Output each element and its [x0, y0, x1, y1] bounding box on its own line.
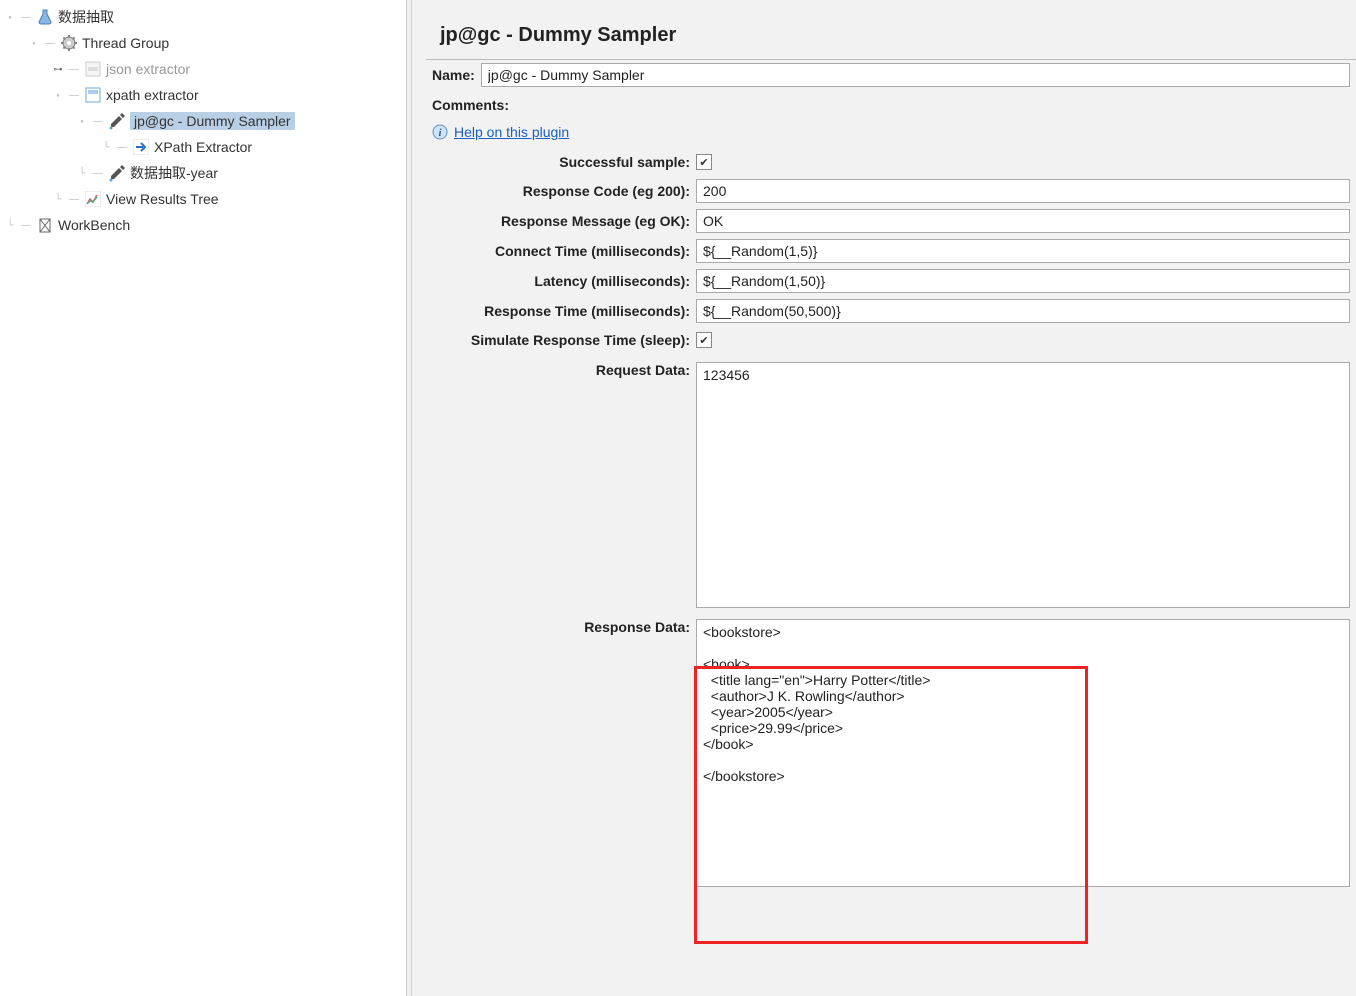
arrow-icon — [132, 138, 150, 156]
req-data-textarea[interactable]: 123456 — [696, 362, 1350, 608]
tree-node-xpath-extractor-child[interactable]: └ — XPath Extractor — [0, 134, 406, 160]
resp-code-row: Response Code (eg 200): — [426, 176, 1356, 206]
simulate-row: Simulate Response Time (sleep): ✔ — [426, 326, 1356, 354]
tree-connector: — — [92, 167, 104, 179]
tree-toggle-icon[interactable]: ◦ — [4, 11, 16, 23]
gear-icon — [60, 34, 78, 52]
tree-label-thread-group: Thread Group — [82, 35, 169, 51]
tree-node-root[interactable]: ◦ — 数据抽取 — [0, 4, 406, 30]
resp-time-label: Response Time (milliseconds): — [432, 303, 690, 319]
tree-node-thread-group[interactable]: ◦ — Thread Group — [0, 30, 406, 56]
tree-label-view-results: View Results Tree — [106, 191, 219, 207]
tree-connector: └ — [4, 219, 16, 231]
tree-label-xpath-child: XPath Extractor — [154, 139, 252, 155]
tree-toggle-icon[interactable]: ◦ — [76, 115, 88, 127]
resp-msg-label: Response Message (eg OK): — [432, 213, 690, 229]
info-icon: i — [432, 124, 448, 140]
resp-data-row: Response Data: <bookstore> <book> <title… — [426, 611, 1356, 890]
req-data-row: Request Data: 123456 — [426, 354, 1356, 611]
resp-code-input[interactable] — [696, 179, 1350, 203]
resp-msg-input[interactable] — [696, 209, 1350, 233]
connect-time-row: Connect Time (milliseconds): — [426, 236, 1356, 266]
name-input[interactable] — [481, 63, 1350, 87]
tree-label-dummy-sampler: jp@gc - Dummy Sampler — [130, 112, 295, 130]
tree-connector: — — [68, 63, 80, 75]
tree-node-xpath-extractor[interactable]: ◦ — xpath extractor — [0, 82, 406, 108]
successful-label: Successful sample: — [432, 154, 690, 170]
successful-row: Successful sample: ✔ — [426, 148, 1356, 176]
logic-controller-icon — [84, 86, 102, 104]
tree-connector: — — [68, 89, 80, 101]
resp-time-input[interactable] — [696, 299, 1350, 323]
tree-node-json-extractor[interactable]: ⊶ — json extractor — [0, 56, 406, 82]
help-row: i Help on this plugin — [426, 120, 1356, 148]
tree-node-workbench[interactable]: └ — WorkBench — [0, 212, 406, 238]
tree-connector: └ — [76, 167, 88, 179]
resp-time-row: Response Time (milliseconds): — [426, 296, 1356, 326]
tree-connector: — — [116, 141, 128, 153]
properties-panel: jp@gc - Dummy Sampler Name: Comments: i … — [412, 0, 1356, 996]
latency-row: Latency (milliseconds): — [426, 266, 1356, 296]
name-row: Name: — [426, 60, 1356, 90]
tree-connector: — — [92, 115, 104, 127]
tree-node-dummy-sampler[interactable]: ◦ — jp@gc - Dummy Sampler — [0, 108, 406, 134]
tree-panel: ◦ — 数据抽取 ◦ — Thread Group ⊶ — json extra… — [0, 0, 406, 996]
flask-icon — [36, 8, 54, 26]
tree-connector: — — [68, 193, 80, 205]
comments-label: Comments: — [432, 97, 509, 113]
dropper-icon — [108, 112, 126, 130]
tree-label-xpath-extractor: xpath extractor — [106, 87, 199, 103]
successful-checkbox[interactable]: ✔ — [696, 154, 712, 170]
req-data-label: Request Data: — [432, 362, 690, 378]
tree-label-year: 数据抽取-year — [130, 163, 218, 183]
simulate-label: Simulate Response Time (sleep): — [432, 332, 690, 348]
simulate-checkbox[interactable]: ✔ — [696, 332, 712, 348]
latency-label: Latency (milliseconds): — [432, 273, 690, 289]
tree-toggle-icon[interactable]: ◦ — [28, 37, 40, 49]
latency-input[interactable] — [696, 269, 1350, 293]
tree-node-view-results[interactable]: └ — View Results Tree — [0, 186, 406, 212]
resp-msg-row: Response Message (eg OK): — [426, 206, 1356, 236]
connect-time-input[interactable] — [696, 239, 1350, 263]
page-title: jp@gc - Dummy Sampler — [440, 24, 1356, 47]
tree-node-year-sampler[interactable]: └ — 数据抽取-year — [0, 160, 406, 186]
resp-data-label: Response Data: — [432, 619, 690, 635]
dropper-icon — [108, 164, 126, 182]
tree-connector: — — [20, 11, 32, 23]
tree-connector: └ — [52, 193, 64, 205]
tree-toggle-icon[interactable]: ◦ — [52, 89, 64, 101]
tree-toggle-icon[interactable]: ⊶ — [52, 63, 64, 75]
logic-controller-icon — [84, 60, 102, 78]
name-label: Name: — [432, 67, 475, 83]
clipboard-icon — [36, 216, 54, 234]
connect-time-label: Connect Time (milliseconds): — [432, 243, 690, 259]
tree-connector: — — [20, 219, 32, 231]
comments-row: Comments: — [426, 90, 1356, 120]
tree-label-json-extractor: json extractor — [106, 61, 190, 77]
tree-connector: — — [44, 37, 56, 49]
tree-label-root: 数据抽取 — [58, 7, 114, 27]
chart-icon — [84, 190, 102, 208]
tree-label-workbench: WorkBench — [58, 217, 130, 233]
help-link[interactable]: Help on this plugin — [454, 124, 569, 140]
resp-code-label: Response Code (eg 200): — [432, 183, 690, 199]
tree-connector: └ — [100, 141, 112, 153]
resp-data-textarea[interactable]: <bookstore> <book> <title lang="en">Harr… — [696, 619, 1350, 887]
